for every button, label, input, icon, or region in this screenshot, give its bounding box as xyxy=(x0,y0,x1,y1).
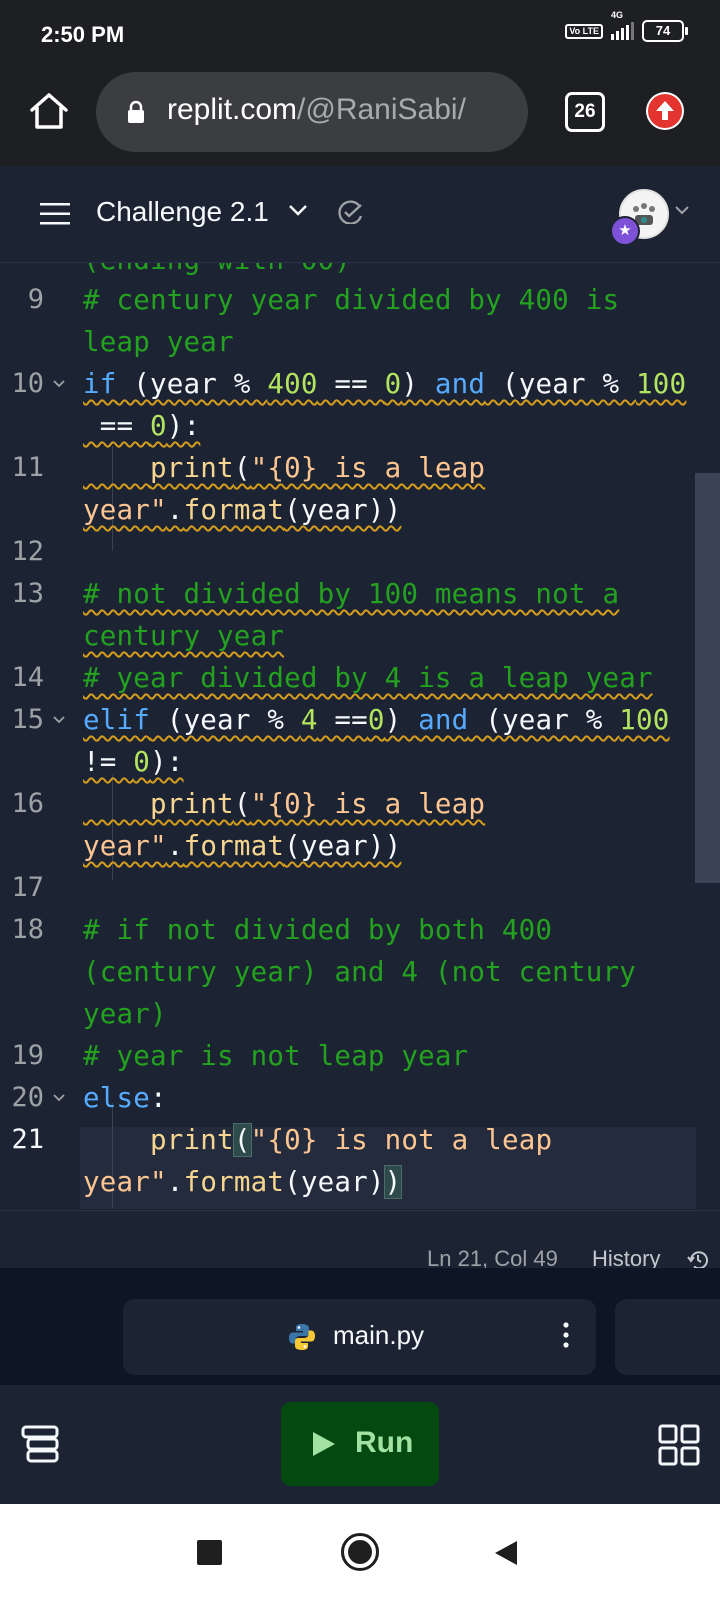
line-number: 12 xyxy=(11,536,44,567)
signal-icon: 4G xyxy=(611,10,634,40)
file-tab-next[interactable] xyxy=(615,1299,720,1375)
code-line: if (year % 400 == 0) and (year % 100 xyxy=(83,368,687,400)
code-line: year".format(year)) xyxy=(83,494,402,526)
code-line: print("{0} is a leap xyxy=(150,452,486,484)
cloud-check-icon xyxy=(338,200,363,224)
volte-icon: Vo LTE xyxy=(565,23,603,39)
fold-chevron-icon[interactable] xyxy=(52,713,66,727)
fold-chevron-icon[interactable] xyxy=(52,1091,66,1105)
line-number: 14 xyxy=(11,662,44,693)
line-number: 13 xyxy=(11,578,44,609)
code-editor[interactable]: (ending with 00) 9 # century year divide… xyxy=(0,263,720,1210)
code-line: print("{0} is a leap xyxy=(150,788,486,820)
code-line: # year is not leap year xyxy=(83,1040,469,1072)
line-number: 9 xyxy=(27,284,44,315)
hamburger-menu-icon[interactable] xyxy=(40,202,72,226)
code-line: leap year xyxy=(83,326,234,358)
play-icon xyxy=(313,1432,335,1456)
grid-icon[interactable] xyxy=(658,1424,700,1466)
code-line: year".format(year)) xyxy=(83,830,402,862)
home-nav-icon-inner xyxy=(348,1540,372,1564)
line-number: 17 xyxy=(11,872,44,903)
code-line: century year xyxy=(83,620,285,652)
back-icon[interactable] xyxy=(493,1539,519,1567)
update-button[interactable] xyxy=(646,92,684,130)
file-tab-label: main.py xyxy=(333,1320,425,1350)
scrollbar[interactable] xyxy=(695,473,720,883)
star-badge-icon: ★ xyxy=(610,216,640,246)
code-line: # not divided by 100 means not a xyxy=(83,578,620,610)
chevron-down-icon[interactable] xyxy=(287,203,309,217)
home-icon[interactable] xyxy=(28,90,70,132)
code-line: != 0): xyxy=(83,746,184,778)
tools-icon[interactable] xyxy=(20,1424,60,1464)
code-line-active: print("{0} is not a leap xyxy=(150,1123,553,1157)
run-label: Run xyxy=(355,1426,414,1459)
chevron-down-icon[interactable] xyxy=(674,205,690,215)
recent-apps-icon[interactable] xyxy=(197,1540,222,1565)
line-number: 11 xyxy=(11,452,44,483)
arrow-up-icon xyxy=(648,94,682,128)
repl-title[interactable]: Challenge 2.1 xyxy=(96,196,269,228)
status-icons: Vo LTE 4G 74 xyxy=(565,10,688,42)
tab-switcher-button[interactable]: 26 xyxy=(565,92,605,132)
code-line: # if not divided by both 400 xyxy=(83,914,553,946)
url-text[interactable]: replit.com/@RaniSabi/ xyxy=(167,93,466,127)
code-line: year) xyxy=(83,998,167,1030)
line-number: 16 xyxy=(11,788,44,819)
code-line: # century year divided by 400 is xyxy=(83,284,620,316)
battery-icon: 74 xyxy=(642,20,688,42)
network-type: 4G xyxy=(611,10,624,20)
line-number: 15 xyxy=(11,704,44,735)
code-line: else: xyxy=(83,1082,167,1114)
fold-chevron-icon[interactable] xyxy=(52,377,66,391)
code-line: == 0): xyxy=(83,410,201,442)
lock-icon xyxy=(128,100,144,123)
code-line: # year divided by 4 is a leap year xyxy=(83,662,653,694)
line-number: 18 xyxy=(11,914,44,945)
python-icon xyxy=(289,1324,315,1350)
url-path: /@RaniSabi/ xyxy=(297,93,466,126)
line-number: 20 xyxy=(11,1082,44,1113)
status-time: 2:50 PM xyxy=(41,22,125,47)
code-line-active: year".format(year)) xyxy=(83,1165,403,1199)
code-line: (century year) and 4 (not century xyxy=(83,956,636,988)
line-number: 19 xyxy=(11,1040,44,1071)
line-number: 10 xyxy=(11,368,44,399)
url-host: replit.com xyxy=(167,93,298,126)
more-vertical-icon[interactable] xyxy=(561,1320,571,1350)
line-number: 21 xyxy=(11,1124,44,1155)
code-line: elif (year % 4 ==0) and (year % 100 xyxy=(83,704,670,736)
